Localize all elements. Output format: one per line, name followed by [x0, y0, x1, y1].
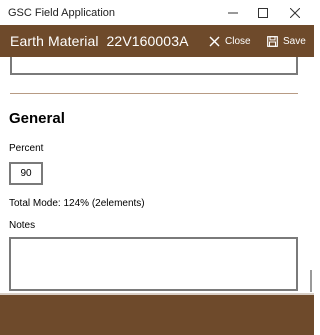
- maximize-icon: [258, 7, 268, 18]
- notes-textarea[interactable]: [9, 237, 298, 291]
- save-button-label: Save: [283, 35, 306, 47]
- form-content: General Percent 90 Total Mode: 124% (2el…: [0, 57, 314, 293]
- previous-field-input[interactable]: [10, 57, 298, 75]
- save-button[interactable]: Save: [267, 25, 306, 57]
- close-button-label: Close: [225, 35, 251, 47]
- minimize-button[interactable]: [218, 0, 248, 25]
- section-title: General: [9, 110, 65, 127]
- app-header: Earth Material 22V160003A Close Save: [0, 25, 314, 57]
- close-icon: [290, 7, 300, 18]
- section-divider: [10, 93, 298, 94]
- window-title: GSC Field Application: [8, 7, 115, 19]
- window-close-button[interactable]: [280, 0, 310, 25]
- percent-label: Percent: [9, 143, 44, 154]
- close-button[interactable]: Close: [209, 25, 251, 57]
- window-titlebar: GSC Field Application: [0, 0, 314, 25]
- record-id: 22V160003A: [106, 33, 189, 49]
- page-title-text: Earth Material: [10, 33, 99, 49]
- save-icon: [267, 35, 278, 47]
- percent-input[interactable]: 90: [9, 162, 43, 185]
- maximize-button[interactable]: [248, 0, 278, 25]
- minimize-icon: [228, 12, 238, 13]
- close-icon: [209, 36, 220, 46]
- scrollbar[interactable]: [310, 270, 312, 292]
- footer-divider: [0, 293, 314, 295]
- app-footer: [0, 293, 314, 335]
- total-mode-text: Total Mode: 124% (2elements): [9, 198, 145, 209]
- page-title: Earth Material 22V160003A: [10, 33, 189, 49]
- notes-label: Notes: [9, 220, 36, 231]
